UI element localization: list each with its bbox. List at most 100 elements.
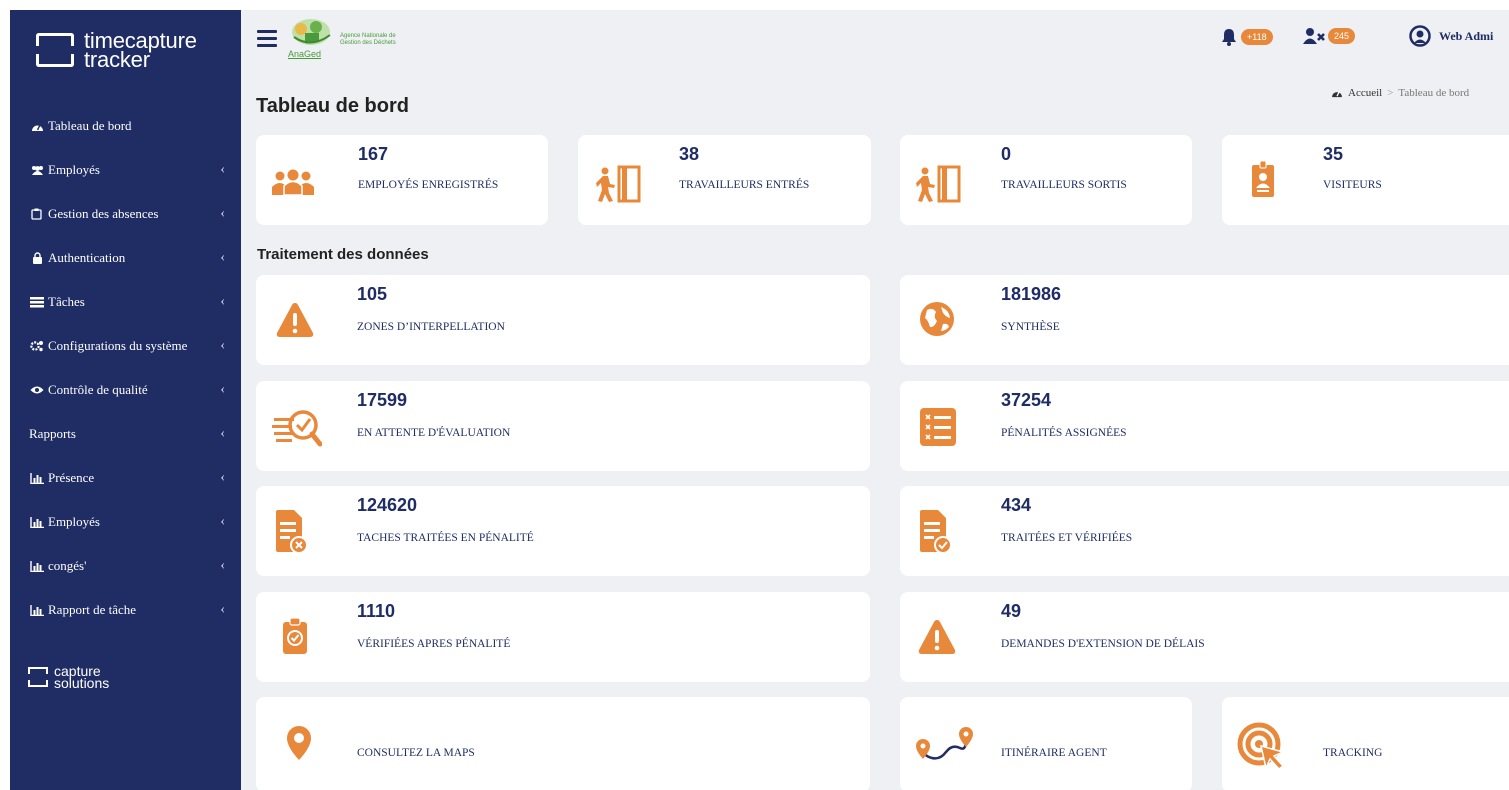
chevron-left-icon: ‹ bbox=[220, 558, 225, 573]
absent-users-button[interactable]: 245 bbox=[1302, 27, 1356, 45]
user-name: Web Admi bbox=[1439, 28, 1494, 43]
stat-card-visitors[interactable]: 35 VISITEURS bbox=[1222, 135, 1509, 225]
sidebar-item-label: Tâches bbox=[48, 294, 85, 309]
warning-triangle-icon bbox=[918, 618, 956, 656]
link-label: TRACKING bbox=[1323, 747, 1383, 759]
user-menu[interactable]: Web Admi bbox=[1409, 25, 1493, 47]
breadcrumb-current: Tableau de bord bbox=[1398, 87, 1470, 99]
link-card-tracking[interactable]: TRACKING bbox=[1222, 697, 1509, 790]
metric-card-synthesis[interactable]: 181986 SYNTHÈSE bbox=[900, 275, 1509, 365]
chevron-left-icon: ‹ bbox=[220, 206, 225, 221]
eye-icon bbox=[29, 385, 45, 395]
organization-name: Agence Nationale de Gestion des Déchets bbox=[340, 33, 396, 46]
gears-icon bbox=[29, 340, 45, 352]
sidebar-item-task-report[interactable]: Rapport de tâche ‹ bbox=[10, 588, 241, 632]
metric-card-assigned-penalties[interactable]: 37254 PÉNALITÉS ASSIGNÉES bbox=[900, 381, 1509, 471]
bar-chart-icon bbox=[29, 472, 45, 484]
metric-value: 1110 bbox=[357, 601, 396, 621]
document-check-icon bbox=[920, 510, 952, 554]
metric-card-pending-evaluation[interactable]: 17599 EN ATTENTE D'ÉVALUATION bbox=[256, 381, 870, 471]
bar-chart-icon bbox=[29, 516, 45, 528]
tachometer-icon bbox=[1332, 91, 1342, 98]
id-badge-icon bbox=[1252, 161, 1274, 197]
bar-chart-icon bbox=[29, 604, 45, 616]
stat-label: EMPLOYÉS ENREGISTRÉS bbox=[358, 179, 499, 191]
link-label: ITINÉRAIRE AGENT bbox=[1001, 747, 1107, 759]
sidebar-item-dashboard[interactable]: Tableau de bord bbox=[10, 104, 241, 148]
person-entering-door-icon bbox=[596, 165, 642, 203]
metric-value: 49 bbox=[1001, 601, 1022, 621]
notifications-button[interactable]: +118 bbox=[1219, 27, 1273, 47]
sidebar-item-employee-reports[interactable]: Employés ‹ bbox=[10, 500, 241, 544]
logo-mark-icon bbox=[28, 667, 48, 687]
logo-mark-icon bbox=[36, 33, 74, 67]
sidebar-item-label: Rapports bbox=[29, 426, 76, 441]
metric-card-verified-after-penalty[interactable]: 1110 VÉRIFIÉES APRES PÉNALITÉ bbox=[256, 592, 870, 682]
stat-value: 38 bbox=[679, 144, 700, 164]
chevron-left-icon: ‹ bbox=[220, 426, 225, 441]
users-icon bbox=[29, 165, 45, 176]
stat-label: TRAVAILLEURS SORTIS bbox=[1001, 179, 1127, 191]
breadcrumb-home[interactable]: Accueil bbox=[1348, 87, 1382, 99]
globe-icon bbox=[918, 300, 956, 338]
clipboard-icon bbox=[29, 208, 45, 220]
stat-card-workers-out[interactable]: 0 TRAVAILLEURS SORTIS bbox=[900, 135, 1192, 225]
link-card-agent-route[interactable]: ITINÉRAIRE AGENT bbox=[900, 697, 1192, 790]
sidebar-item-presence[interactable]: Présence ‹ bbox=[10, 456, 241, 500]
sidebar-item-label: Configurations du système bbox=[48, 338, 188, 353]
metric-value: 124620 bbox=[357, 495, 418, 515]
metric-label: SYNTHÈSE bbox=[1001, 321, 1060, 333]
metric-card-tasks-in-penalty[interactable]: 124620 TACHES TRAITÉES EN PÉNALITÉ bbox=[256, 486, 870, 576]
metric-label: VÉRIFIÉES APRES PÉNALITÉ bbox=[357, 638, 511, 650]
chevron-left-icon: ‹ bbox=[220, 294, 225, 309]
chevron-left-icon: ‹ bbox=[220, 162, 225, 177]
tasks-icon bbox=[29, 296, 45, 308]
lock-icon bbox=[29, 252, 45, 264]
stat-value: 167 bbox=[358, 144, 389, 164]
sidebar-item-label: Tableau de bord bbox=[48, 118, 132, 133]
breadcrumb: Accueil > Tableau de bord bbox=[1331, 87, 1469, 99]
metric-label: EN ATTENTE D'ÉVALUATION bbox=[357, 427, 511, 439]
review-magnifier-icon bbox=[272, 407, 322, 449]
clipboard-check-icon bbox=[282, 614, 308, 658]
sidebar-item-label: congés' bbox=[48, 558, 87, 573]
top-header: Agence Nationale de Gestion des Déchets … bbox=[241, 10, 1509, 78]
stat-card-workers-in[interactable]: 38 TRAVAILLEURS ENTRÉS bbox=[578, 135, 871, 225]
tachometer-icon bbox=[29, 121, 45, 132]
metric-label: PÉNALITÉS ASSIGNÉES bbox=[1001, 427, 1127, 439]
page-title: Tableau de bord bbox=[256, 95, 409, 117]
stat-label: TRAVAILLEURS ENTRÉS bbox=[679, 179, 810, 191]
chevron-left-icon: ‹ bbox=[220, 470, 225, 485]
metric-card-processed-verified[interactable]: 434 TRAITÉES ET VÉRIFIÉES bbox=[900, 486, 1509, 576]
menu-toggle-icon[interactable] bbox=[257, 30, 277, 50]
sidebar-item-absences[interactable]: Gestion des absences ‹ bbox=[10, 192, 241, 236]
sidebar-item-reports[interactable]: Rapports ‹ bbox=[10, 412, 241, 456]
sidebar-item-label: Gestion des absences bbox=[48, 206, 159, 221]
footer-brand-line2: solutions bbox=[54, 675, 110, 691]
metric-card-deadline-extension-requests[interactable]: 49 DEMANDES D'EXTENSION DE DÉLAIS bbox=[900, 592, 1509, 682]
bar-chart-icon bbox=[29, 560, 45, 572]
sidebar-nav: Tableau de bord Employés ‹ Gestion des a… bbox=[10, 90, 241, 632]
stat-value: 35 bbox=[1323, 144, 1344, 164]
sidebar-item-tasks[interactable]: Tâches ‹ bbox=[10, 280, 241, 324]
stat-card-employees[interactable]: 167 EMPLOYÉS ENREGISTRÉS bbox=[256, 135, 548, 225]
sidebar-item-authentication[interactable]: Authentication ‹ bbox=[10, 236, 241, 280]
link-label: CONSULTEZ LA MAPS bbox=[357, 747, 475, 759]
metric-card-interpellation-zones[interactable]: 105 ZONES D’INTERPELLATION bbox=[256, 275, 870, 365]
user-circle-icon bbox=[1409, 25, 1431, 47]
metric-label: ZONES D’INTERPELLATION bbox=[357, 321, 505, 333]
chevron-left-icon: ‹ bbox=[220, 602, 225, 617]
sidebar-item-label: Employés bbox=[48, 514, 100, 529]
sidebar-item-leaves[interactable]: congés' ‹ bbox=[10, 544, 241, 588]
app-logo[interactable]: timecapture tracker bbox=[10, 10, 241, 90]
link-card-maps[interactable]: CONSULTEZ LA MAPS bbox=[256, 697, 870, 790]
sidebar-item-employees[interactable]: Employés ‹ bbox=[10, 148, 241, 192]
document-x-icon bbox=[276, 510, 308, 554]
metric-value: 17599 bbox=[357, 390, 408, 410]
footer-logo: capture solutions bbox=[28, 664, 110, 691]
sidebar-item-system-config[interactable]: Configurations du système ‹ bbox=[10, 324, 241, 368]
chevron-left-icon: ‹ bbox=[220, 514, 225, 529]
metric-label: DEMANDES D'EXTENSION DE DÉLAIS bbox=[1001, 638, 1205, 650]
absent-badge: 245 bbox=[1328, 28, 1356, 44]
sidebar-item-quality-control[interactable]: Contrôle de qualité ‹ bbox=[10, 368, 241, 412]
